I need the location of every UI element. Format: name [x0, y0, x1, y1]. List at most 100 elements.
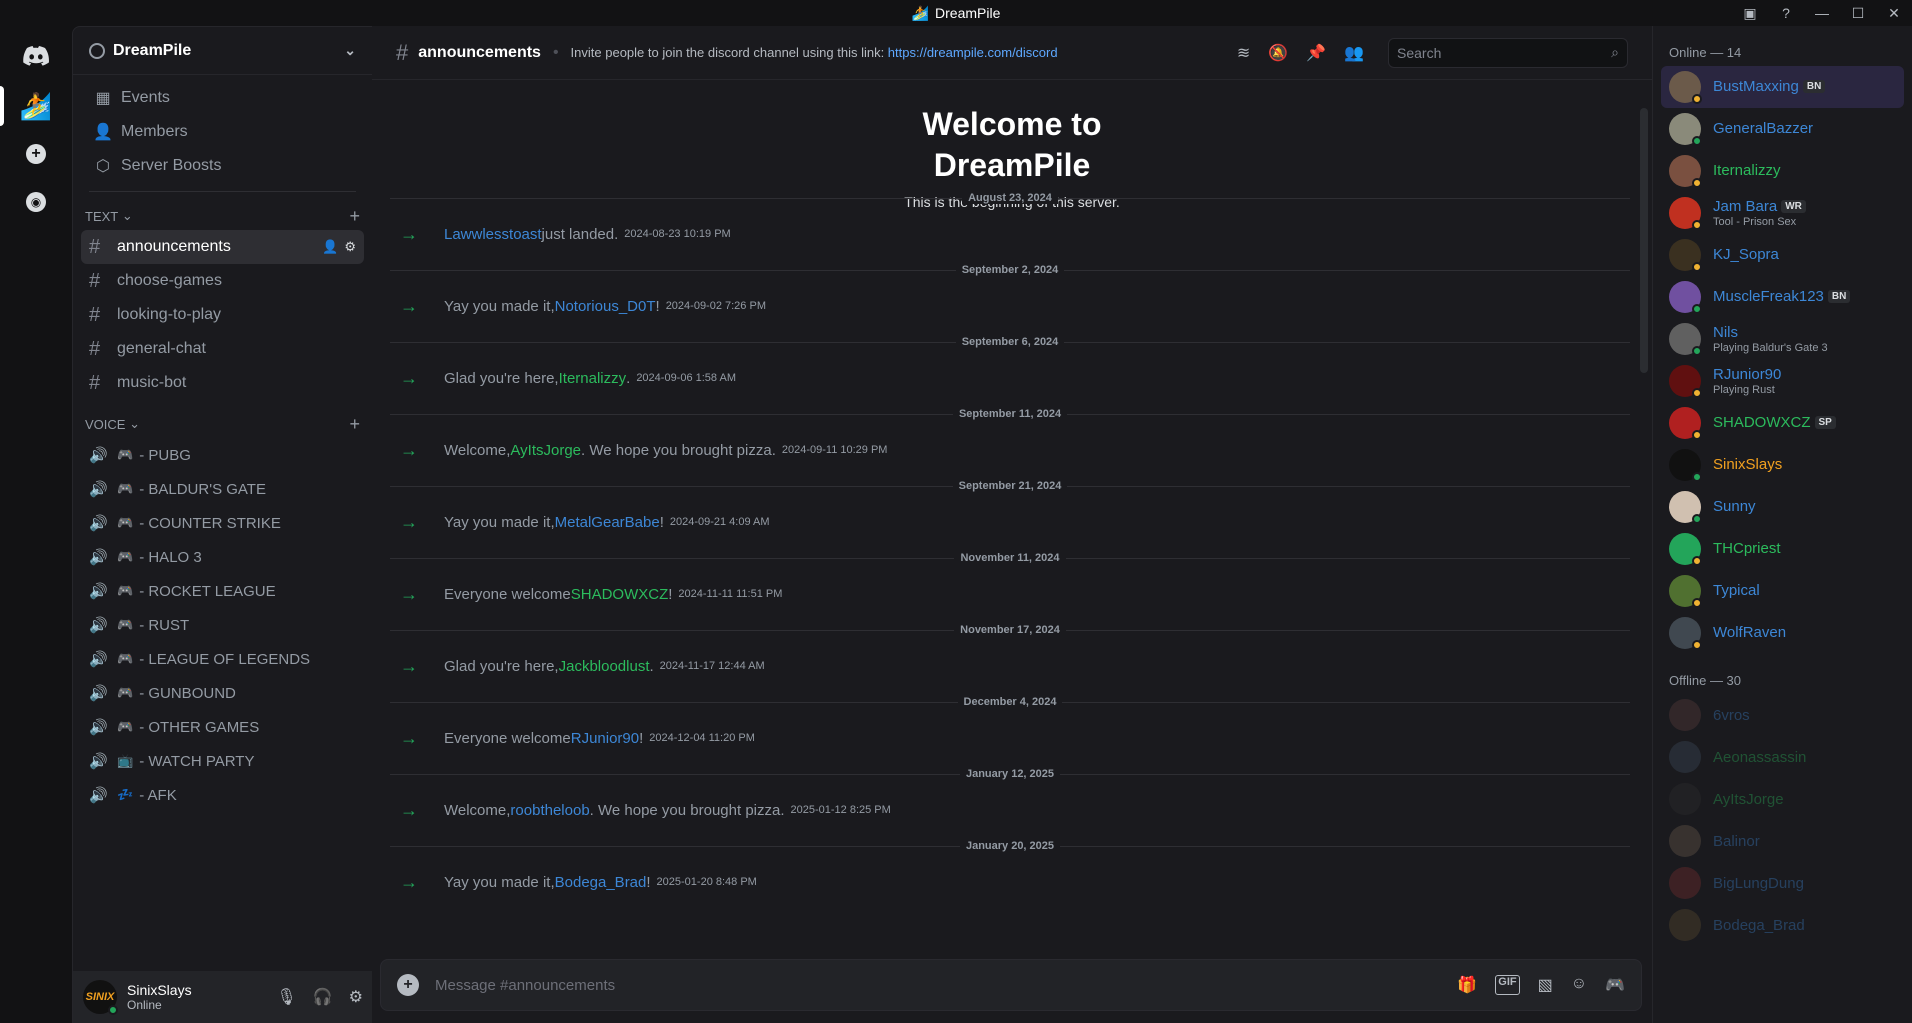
discord-home-icon[interactable]: [16, 36, 56, 76]
member-item[interactable]: MuscleFreak123 BN: [1661, 276, 1904, 318]
category-text[interactable]: TEXT ⌄ +: [73, 202, 372, 230]
member-item[interactable]: Iternalizzy: [1661, 150, 1904, 192]
avatar: [1669, 407, 1702, 440]
member-list-icon[interactable]: 👥: [1344, 43, 1364, 63]
avatar[interactable]: SINIX: [83, 980, 118, 1015]
inbox-icon[interactable]: ▣: [1732, 0, 1768, 26]
microphone-icon[interactable]: 🎙: [276, 987, 296, 1007]
category-voice[interactable]: VOICE ⌄ +: [73, 410, 372, 438]
emoji-icon: 📺: [117, 753, 134, 768]
voice-channel[interactable]: 🔊 🎮 - ROCKET LEAGUE: [81, 574, 364, 608]
member-item[interactable]: Jam Bara WR Tool - Prison Sex: [1661, 192, 1904, 234]
username-link[interactable]: Iternalizzy: [559, 370, 627, 387]
member-line: THCpriest: [1713, 540, 1781, 558]
username-link[interactable]: SHADOWXCZ: [571, 586, 669, 603]
member-item[interactable]: 6vros: [1661, 694, 1904, 736]
avatar: [1669, 575, 1702, 608]
voice-channel[interactable]: 🔊 🎮 - COUNTER STRIKE: [81, 506, 364, 540]
nav-item[interactable]: ▦ Events: [81, 81, 364, 115]
channel-music-bot[interactable]: # music-bot: [81, 366, 364, 400]
gift-icon[interactable]: 🎁: [1457, 975, 1477, 995]
member-item[interactable]: Typical: [1661, 570, 1904, 612]
voice-channel[interactable]: 🔊 📺 - WATCH PARTY: [81, 744, 364, 778]
system-message: → Glad you're here, Jackbloodlust. 2024-11…: [390, 642, 1630, 690]
member-item[interactable]: THCpriest: [1661, 528, 1904, 570]
discover-icon[interactable]: ◉: [16, 182, 56, 222]
member-item[interactable]: Balinor: [1661, 820, 1904, 862]
join-arrow-icon: →: [400, 583, 418, 604]
channel-announcements[interactable]: # announcements 👤 ⚙: [81, 230, 364, 264]
username-link[interactable]: Lawwlesstoast: [444, 226, 542, 243]
gif-icon[interactable]: GIF: [1495, 975, 1520, 995]
voice-channel[interactable]: 🔊 🎮 - PUBG: [81, 438, 364, 472]
date-label: January 12, 2025: [959, 768, 1061, 780]
member-item[interactable]: WolfRaven: [1661, 612, 1904, 654]
message-text: !: [655, 297, 660, 315]
message-text: !: [668, 585, 673, 603]
member-item[interactable]: AyItsJorge: [1661, 778, 1904, 820]
nav-item[interactable]: 👤 Members: [81, 115, 364, 149]
emoji-icon[interactable]: ☺: [1571, 975, 1587, 995]
nav-item[interactable]: ⬡ Server Boosts: [81, 149, 364, 183]
mute-notifications-icon[interactable]: 🔕: [1268, 43, 1288, 63]
username-link[interactable]: Bodega_Brad: [555, 874, 647, 891]
username-link[interactable]: RJunior90: [571, 730, 639, 747]
create-channel-icon[interactable]: +: [349, 414, 360, 435]
member-item[interactable]: Sunny: [1661, 486, 1904, 528]
gear-icon[interactable]: ⚙: [344, 239, 356, 255]
member-line: SinixSlays: [1713, 456, 1782, 474]
member-name: Iternalizzy: [1713, 162, 1781, 179]
attach-plus-icon[interactable]: +: [397, 974, 419, 996]
member-item[interactable]: RJunior90 Playing Rust: [1661, 360, 1904, 402]
username-link[interactable]: AyItsJorge: [510, 442, 581, 459]
pin-icon[interactable]: 📌: [1306, 43, 1326, 63]
channel-choose-games[interactable]: # choose-games: [81, 264, 364, 298]
activities-icon[interactable]: 🎮: [1605, 975, 1625, 995]
voice-channel[interactable]: 🔊 🎮 - GUNBOUND: [81, 676, 364, 710]
voice-channel[interactable]: 🔊 🎮 - BALDUR'S GATE: [81, 472, 364, 506]
channel-general-chat[interactable]: # general-chat: [81, 332, 364, 366]
search-input[interactable]: Search ⌕: [1388, 37, 1628, 68]
voice-channel[interactable]: 🔊 🎮 - RUST: [81, 608, 364, 642]
member-item[interactable]: KJ_Sopra: [1661, 234, 1904, 276]
voice-channel[interactable]: 🔊 🎮 - LEAGUE OF LEGENDS: [81, 642, 364, 676]
maximize-button[interactable]: ☐: [1840, 0, 1876, 26]
channel-looking-to-play[interactable]: # looking-to-play: [81, 298, 364, 332]
dreampile-server-icon[interactable]: 🏄: [16, 86, 56, 126]
voice-channel-label: - HALO 3: [139, 548, 202, 566]
category-label: VOICE: [85, 416, 126, 432]
message-composer[interactable]: + Message #announcements 🎁 GIF ▧ ☺ 🎮: [380, 959, 1642, 1011]
threads-icon[interactable]: ≋: [1237, 43, 1250, 63]
member-item[interactable]: Nils Playing Baldur's Gate 3: [1661, 318, 1904, 360]
date-divider: December 4, 2024: [390, 690, 1630, 714]
member-name: Balinor: [1713, 832, 1760, 850]
scrollbar[interactable]: [1640, 108, 1648, 373]
voice-channel[interactable]: 🔊 💤 - AFK: [81, 778, 364, 812]
member-item[interactable]: BustMaxxing BN: [1661, 66, 1904, 108]
add-server-icon[interactable]: +: [16, 134, 56, 174]
member-item[interactable]: SHADOWXCZ SP: [1661, 402, 1904, 444]
member-item[interactable]: BigLungDung: [1661, 862, 1904, 904]
close-button[interactable]: ✕: [1876, 0, 1912, 26]
invite-icon[interactable]: 👤: [322, 239, 338, 255]
username-link[interactable]: roobtheloob: [510, 802, 589, 819]
username-link[interactable]: Notorious_D0T: [555, 298, 656, 315]
voice-channel[interactable]: 🔊 🎮 - HALO 3: [81, 540, 364, 574]
member-item[interactable]: Aeonassassin: [1661, 736, 1904, 778]
username-link[interactable]: Jackbloodlust: [559, 658, 650, 675]
member-item[interactable]: Bodega_Brad: [1661, 904, 1904, 946]
gear-icon[interactable]: ⚙: [349, 987, 363, 1007]
member-item[interactable]: GeneralBazzer: [1661, 108, 1904, 150]
help-icon[interactable]: ?: [1768, 0, 1804, 26]
create-channel-icon[interactable]: +: [349, 206, 360, 227]
headphones-icon[interactable]: 🎧: [313, 987, 333, 1007]
message-input[interactable]: Message #announcements: [435, 977, 615, 994]
voice-channel[interactable]: 🔊 🎮 - OTHER GAMES: [81, 710, 364, 744]
hash-icon: #: [396, 39, 409, 65]
sticker-icon[interactable]: ▧: [1538, 975, 1553, 995]
minimize-button[interactable]: —: [1804, 0, 1840, 26]
member-item[interactable]: SinixSlays: [1661, 444, 1904, 486]
topic-link[interactable]: https://dreampile.com/discord: [888, 45, 1058, 60]
server-header[interactable]: DreamPile ⌄: [73, 27, 372, 75]
username-link[interactable]: MetalGearBabe: [555, 514, 660, 531]
